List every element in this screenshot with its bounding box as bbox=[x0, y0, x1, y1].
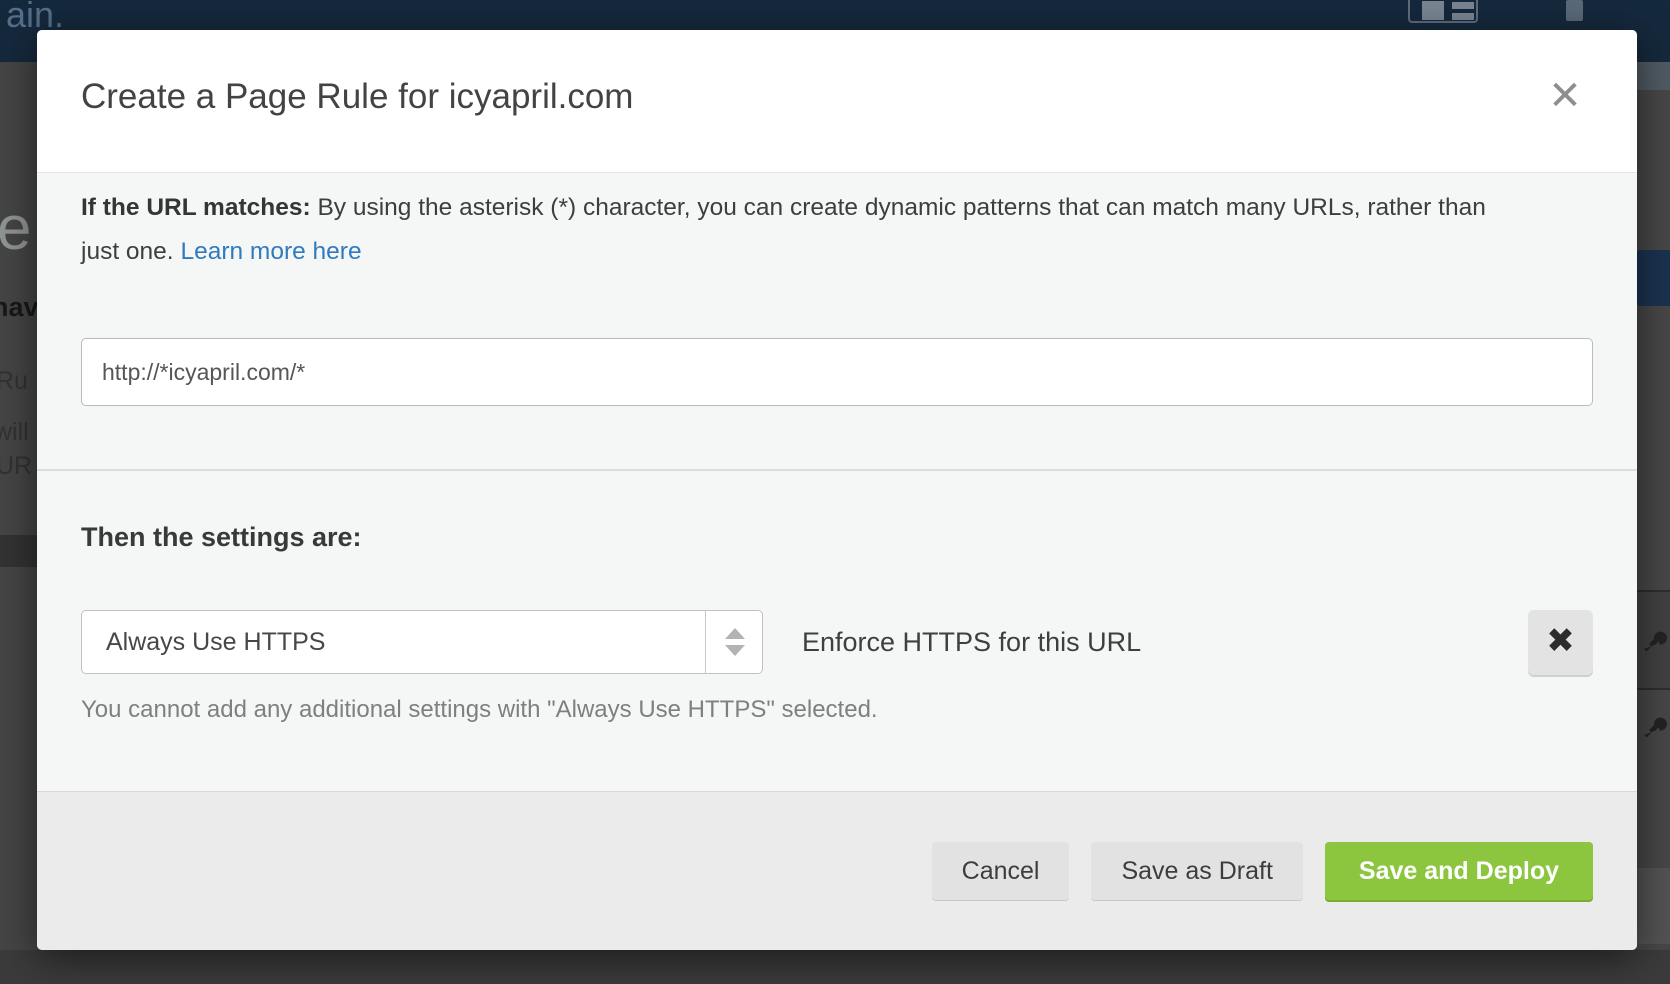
settings-heading: Then the settings are: bbox=[81, 522, 362, 553]
background-text-fragment: e bbox=[0, 193, 31, 264]
remove-icon: ✖ bbox=[1546, 622, 1575, 660]
setting-helper-text: You cannot add any additional settings w… bbox=[81, 696, 878, 724]
modal-title: Create a Page Rule for icyapril.com bbox=[81, 77, 633, 117]
screen: ain. e nav Ru will UR Create a Pag bbox=[0, 0, 1670, 984]
background-right-strip bbox=[1637, 62, 1670, 984]
arrow-down-icon bbox=[725, 645, 745, 656]
learn-more-link[interactable]: Learn more here bbox=[180, 238, 361, 265]
setting-select[interactable]: Always Use HTTPS bbox=[81, 610, 763, 674]
save-and-deploy-button[interactable]: Save and Deploy bbox=[1325, 842, 1593, 900]
background-band bbox=[1637, 62, 1670, 90]
background-text-fragment: Ru bbox=[0, 367, 28, 396]
url-match-label: If the URL matches: bbox=[81, 194, 311, 221]
close-icon[interactable]: ✕ bbox=[1537, 68, 1593, 124]
layout-icon bbox=[1408, 0, 1478, 23]
remove-setting-button[interactable]: ✖ bbox=[1528, 610, 1593, 675]
modal-footer: Cancel Save as Draft Save and Deploy bbox=[37, 791, 1637, 950]
url-pattern-input[interactable] bbox=[81, 338, 1593, 406]
arrow-up-icon bbox=[725, 628, 745, 639]
background-bottom-strip bbox=[0, 950, 1670, 984]
wrench-icon bbox=[1641, 714, 1667, 740]
modal-header: Create a Page Rule for icyapril.com ✕ bbox=[37, 30, 1637, 173]
cancel-button[interactable]: Cancel bbox=[932, 842, 1070, 900]
setting-description: Enforce HTTPS for this URL bbox=[802, 610, 1141, 674]
create-page-rule-modal: Create a Page Rule for icyapril.com ✕ If… bbox=[37, 30, 1637, 950]
background-row-fragment bbox=[1637, 590, 1670, 690]
section-divider bbox=[37, 469, 1637, 471]
save-as-draft-button[interactable]: Save as Draft bbox=[1091, 842, 1302, 900]
wrench-icon bbox=[1641, 628, 1667, 654]
layout-icon-square bbox=[1422, 1, 1444, 20]
layout-icon-bar bbox=[1452, 2, 1474, 9]
background-band bbox=[1637, 868, 1670, 944]
setting-select-value: Always Use HTTPS bbox=[106, 611, 325, 673]
background-left-strip: e nav Ru will UR bbox=[0, 62, 37, 984]
background-band bbox=[0, 535, 37, 567]
select-stepper-icon bbox=[705, 611, 762, 673]
background-text-fragment: will bbox=[0, 418, 29, 447]
background-text-fragment: UR bbox=[0, 452, 32, 481]
background-button-fragment bbox=[1637, 250, 1670, 306]
notification-icon bbox=[1566, 0, 1583, 21]
url-match-description: If the URL matches: By using the asteris… bbox=[81, 186, 1501, 274]
layout-icon-bar bbox=[1452, 13, 1474, 20]
background-text-fragment: nav bbox=[0, 292, 39, 323]
